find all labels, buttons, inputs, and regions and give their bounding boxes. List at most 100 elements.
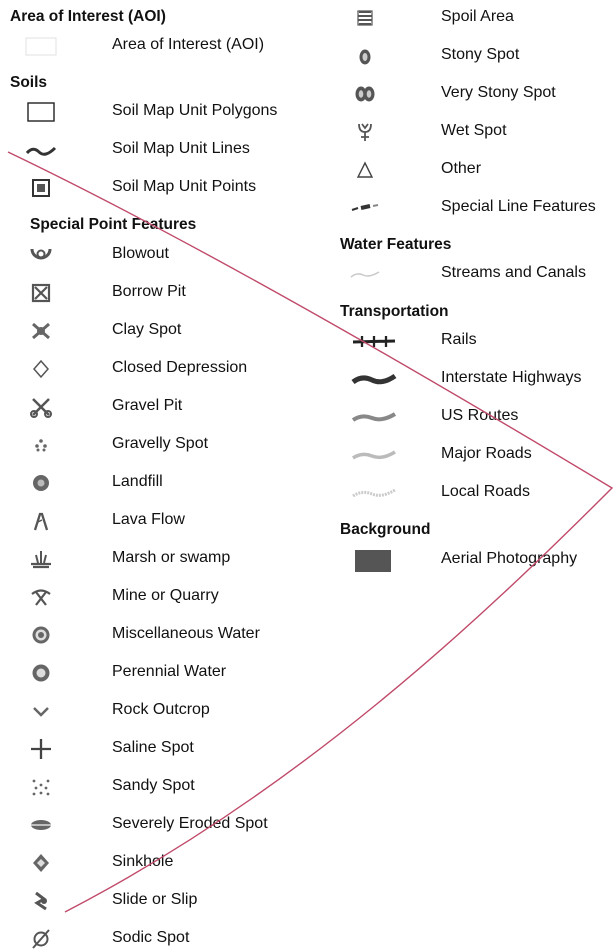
legend-item-stony-spot: Stony Spot xyxy=(330,44,615,68)
legend-label: Severely Eroded Spot xyxy=(112,815,268,832)
borrow-pit-icon xyxy=(24,281,58,305)
lava-flow-icon xyxy=(24,509,58,533)
legend-item-major-roads: Major Roads xyxy=(330,443,615,467)
legend-item-gravel-pit: Gravel Pit xyxy=(0,395,330,419)
legend-label: Area of Interest (AOI) xyxy=(112,36,265,53)
legend-label: Marsh or swamp xyxy=(112,549,231,566)
legend-item-slide: Slide or Slip xyxy=(0,889,330,913)
rails-icon xyxy=(350,329,398,353)
stream-line-icon xyxy=(348,262,382,286)
legend-item-very-stony-spot: Very Stony Spot xyxy=(330,82,615,106)
legend-label: Clay Spot xyxy=(112,321,182,338)
misc-water-icon xyxy=(24,623,58,647)
legend-label: Closed Depression xyxy=(112,359,248,376)
gravelly-spot-icon xyxy=(24,433,58,457)
eroded-spot-icon xyxy=(24,813,58,837)
aerial-photo-icon xyxy=(350,548,398,572)
blowout-icon xyxy=(24,243,58,267)
legend-label: Slide or Slip xyxy=(112,891,198,908)
rock-outcrop-icon xyxy=(24,699,58,723)
transportation-heading: Transportation xyxy=(340,303,449,320)
legend-label: Landfill xyxy=(112,473,163,490)
legend-label: Gravelly Spot xyxy=(112,435,209,452)
legend-item-misc-water: Miscellaneous Water xyxy=(0,623,330,647)
aoi-heading: Area of Interest (AOI) xyxy=(10,8,166,25)
special-point-features-heading: Special Point Features xyxy=(30,216,197,233)
major-road-icon xyxy=(350,443,398,467)
legend-label: Local Roads xyxy=(441,483,530,500)
legend-label: Aerial Photography xyxy=(441,550,578,567)
landfill-icon xyxy=(24,471,58,495)
legend-label: Interstate Highways xyxy=(441,369,582,386)
saline-spot-icon xyxy=(24,737,58,761)
legend-label: Mine or Quarry xyxy=(112,587,219,604)
very-stony-spot-icon xyxy=(348,82,382,106)
legend-label: Blowout xyxy=(112,245,169,262)
legend-item-marsh: Marsh or swamp xyxy=(0,547,330,571)
legend-label: Saline Spot xyxy=(112,739,194,756)
legend-label: Borrow Pit xyxy=(112,283,186,300)
legend-label: Gravel Pit xyxy=(112,397,183,414)
legend-label: Spoil Area xyxy=(441,8,514,25)
legend-label: Sinkhole xyxy=(112,853,174,870)
legend-item-saline-spot: Saline Spot xyxy=(0,737,330,761)
legend-label: Soil Map Unit Lines xyxy=(112,140,250,157)
legend-item-landfill: Landfill xyxy=(0,471,330,495)
legend-item-spoil-area: Spoil Area xyxy=(330,6,615,30)
clay-spot-icon xyxy=(24,319,58,343)
legend-item-aoi: Area of Interest (AOI) xyxy=(0,34,330,58)
gravel-pit-icon xyxy=(24,395,58,419)
legend-item-interstate: Interstate Highways xyxy=(330,367,615,391)
legend-item-local-roads: Local Roads xyxy=(330,481,615,505)
polygon-box-icon xyxy=(24,100,58,124)
legend-label: Rails xyxy=(441,331,477,348)
legend-item-lava-flow: Lava Flow xyxy=(0,509,330,533)
triangle-icon xyxy=(348,158,382,182)
legend-item-sodic-spot: Sodic Spot xyxy=(0,927,330,951)
legend-label: Very Stony Spot xyxy=(441,84,556,101)
background-heading: Background xyxy=(340,521,431,538)
sinkhole-icon xyxy=(24,851,58,875)
legend-label: Sandy Spot xyxy=(112,777,195,794)
spoil-area-icon xyxy=(348,6,382,30)
legend-item-soil-points: Soil Map Unit Points xyxy=(0,176,330,200)
legend-label: Perennial Water xyxy=(112,663,227,680)
soils-heading: Soils xyxy=(10,74,48,91)
legend-item-sandy-spot: Sandy Spot xyxy=(0,775,330,799)
local-road-icon xyxy=(350,481,398,505)
sodic-spot-icon xyxy=(24,927,58,951)
legend-label: Soil Map Unit Points xyxy=(112,178,257,195)
interstate-icon xyxy=(350,367,398,391)
legend-item-closed-depression: Closed Depression xyxy=(0,357,330,381)
legend-item-perennial-water: Perennial Water xyxy=(0,661,330,685)
legend-item-streams: Streams and Canals xyxy=(330,262,615,286)
slide-icon xyxy=(24,889,58,913)
legend-label: Stony Spot xyxy=(441,46,520,63)
legend-label: Streams and Canals xyxy=(441,264,586,281)
legend-item-borrow-pit: Borrow Pit xyxy=(0,281,330,305)
wavy-line-icon xyxy=(24,138,58,162)
legend-item-soil-lines: Soil Map Unit Lines xyxy=(0,138,330,162)
legend-label: Rock Outcrop xyxy=(112,701,210,718)
legend-label: Other xyxy=(441,160,482,177)
legend-label: US Routes xyxy=(441,407,519,424)
legend-item-gravelly-spot: Gravelly Spot xyxy=(0,433,330,457)
legend-item-us-routes: US Routes xyxy=(330,405,615,429)
wet-spot-icon xyxy=(348,120,382,144)
aoi-outline-icon xyxy=(24,34,58,58)
legend-label: Miscellaneous Water xyxy=(112,625,260,642)
mine-icon xyxy=(24,585,58,609)
point-square-icon xyxy=(24,176,58,200)
legend-item-rails: Rails xyxy=(330,329,615,353)
legend-item-clay-spot: Clay Spot xyxy=(0,319,330,343)
legend-item-wet-spot: Wet Spot xyxy=(330,120,615,144)
legend-label: Major Roads xyxy=(441,445,532,462)
legend-label: Wet Spot xyxy=(441,122,507,139)
legend-label: Soil Map Unit Polygons xyxy=(112,102,278,119)
legend-item-other: Other xyxy=(330,158,615,182)
water-features-heading: Water Features xyxy=(340,236,452,253)
legend-label: Special Line Features xyxy=(441,198,596,215)
stony-spot-icon xyxy=(348,44,382,68)
sandy-spot-icon xyxy=(24,775,58,799)
special-line-icon xyxy=(348,196,382,220)
